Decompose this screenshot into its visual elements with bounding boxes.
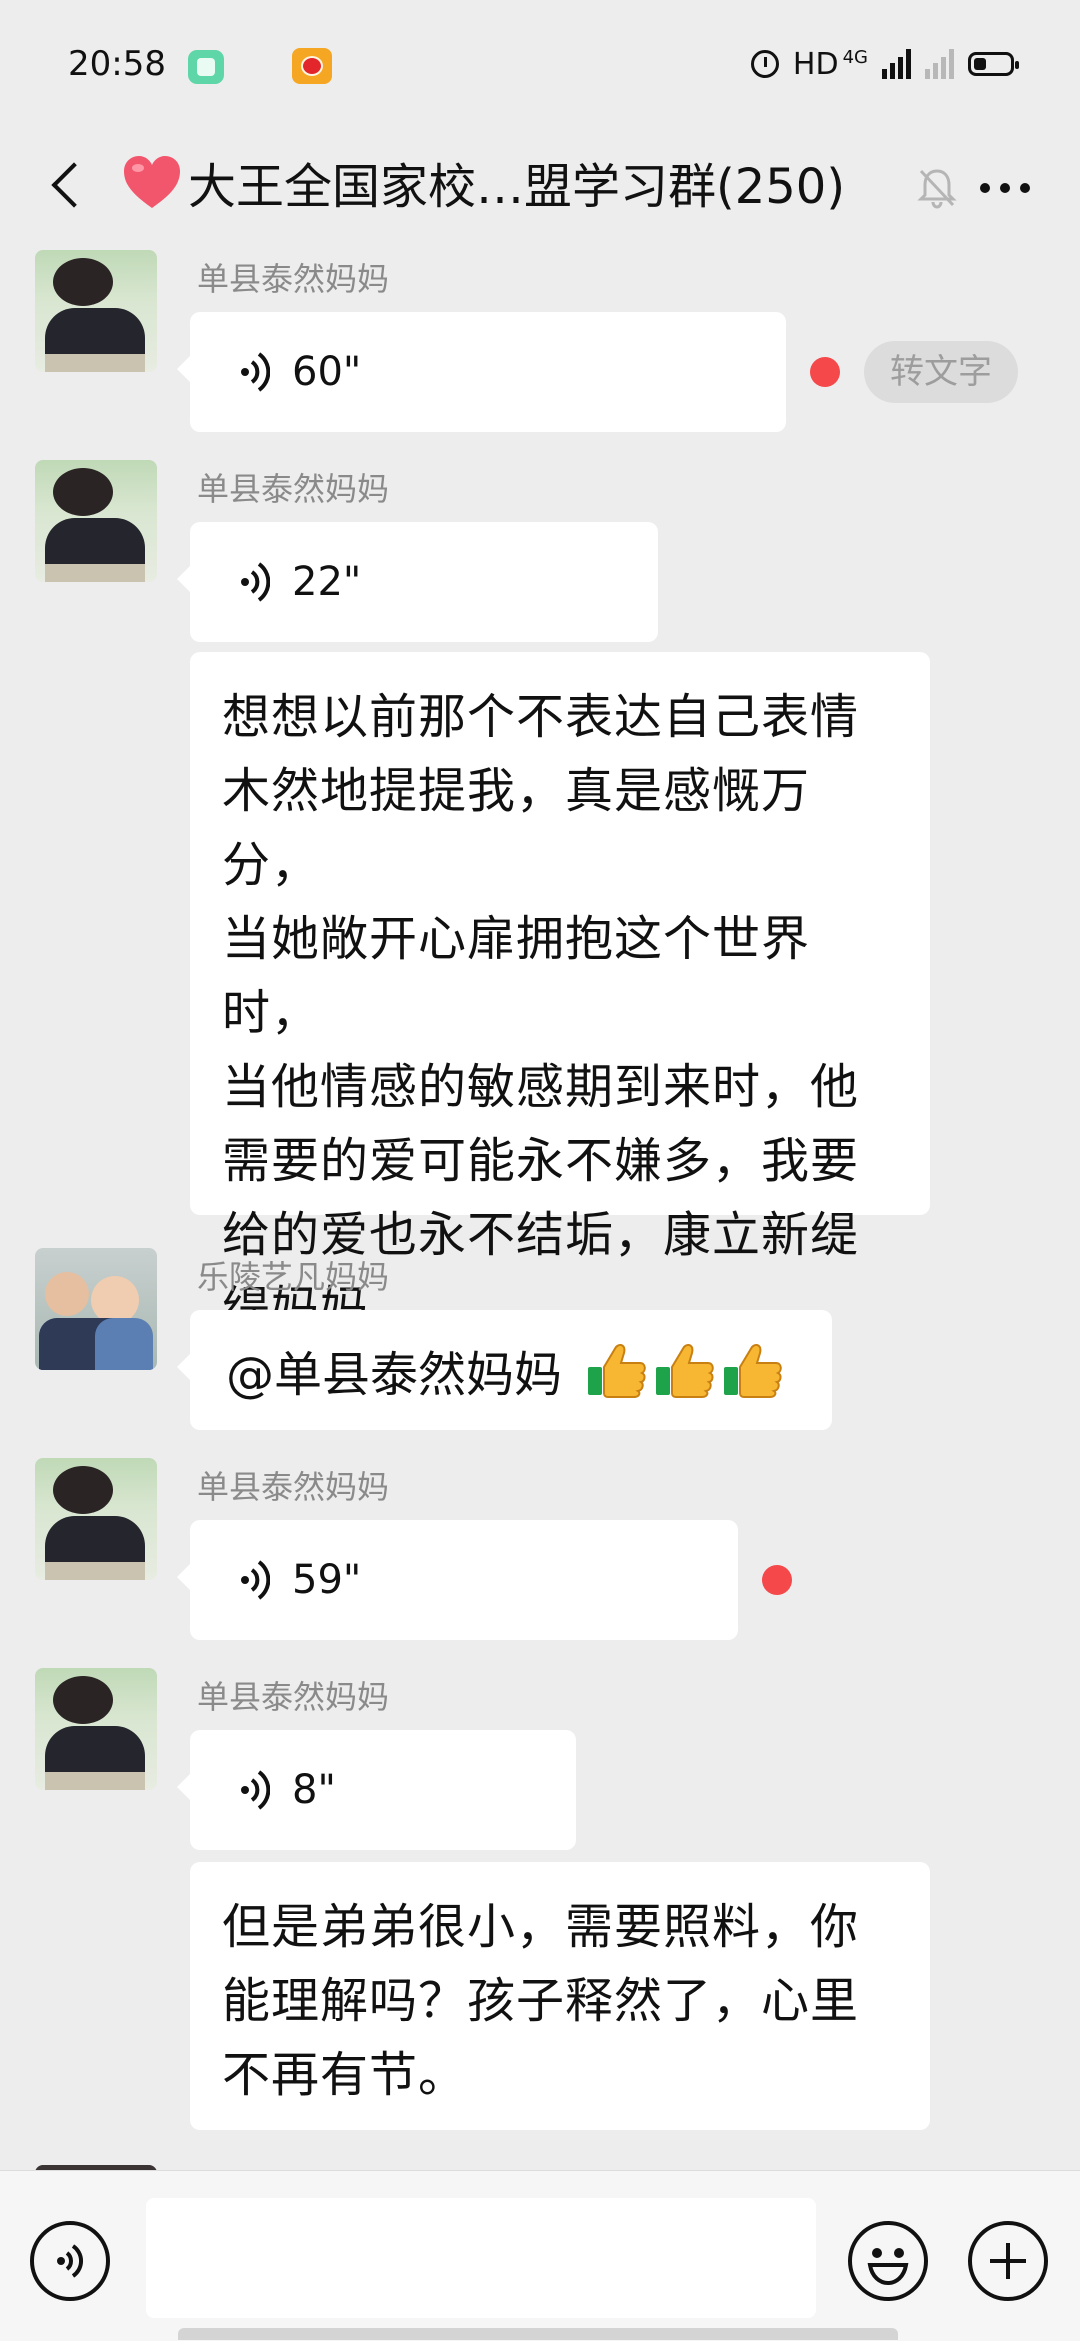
unread-dot xyxy=(810,357,840,387)
emoji-group xyxy=(586,1341,784,1399)
convert-to-text-button[interactable]: 转文字 xyxy=(864,341,1018,403)
voice-duration: 59" xyxy=(292,1557,362,1603)
voice-bubble[interactable]: 60" xyxy=(177,312,786,432)
sender-name: 单县泰然妈妈 xyxy=(197,470,390,508)
voice-wave-icon xyxy=(241,1770,270,1810)
heart-icon xyxy=(124,156,180,208)
unread-dot xyxy=(762,1565,792,1595)
status-icons: HD 4G xyxy=(750,44,1019,84)
thumbs-up-icon xyxy=(656,1344,714,1398)
voice-wave-icon xyxy=(241,562,270,602)
green-app-icon xyxy=(188,50,224,84)
chat-title[interactable]: 大王全国家校…盟学习群(250) xyxy=(122,142,882,222)
avatar[interactable] xyxy=(35,460,157,582)
avatar[interactable] xyxy=(35,1248,157,1370)
more-icon[interactable] xyxy=(965,168,1045,208)
status-time: 20:58 xyxy=(68,44,166,84)
voice-wave-icon xyxy=(241,352,270,392)
sender-name: 单县泰然妈妈 xyxy=(197,1678,390,1716)
voice-bubble[interactable]: 8" xyxy=(177,1730,576,1850)
navigation-hint xyxy=(178,2328,898,2340)
chat-title-text: 大王全国家校…盟学习群(250) xyxy=(188,159,846,215)
text-bubble[interactable]: 想想以前那个不表达自己表情 木然地提提我，真是感慨万分， 当她敞开心扉拥抱这个世… xyxy=(190,652,930,1337)
voice-bubble[interactable]: 22" xyxy=(177,522,658,642)
input-bar xyxy=(0,2170,1080,2341)
weibo-icon xyxy=(292,48,332,84)
voice-duration: 22" xyxy=(292,559,362,605)
network-label: HD xyxy=(792,46,839,82)
voice-wave-icon xyxy=(241,1560,270,1600)
sender-name: 单县泰然妈妈 xyxy=(197,1468,390,1506)
signal-2-icon xyxy=(925,49,954,79)
avatar[interactable] xyxy=(35,1458,157,1580)
title-bar: 大王全国家校…盟学习群(250) xyxy=(0,130,1080,240)
status-bar: 20:58 HD 4G xyxy=(0,0,1080,130)
signal-icon xyxy=(882,49,911,79)
sender-name: 乐陵艺凡妈妈 xyxy=(197,1258,390,1296)
back-icon[interactable] xyxy=(40,155,90,215)
sender-name: 单县泰然妈妈 xyxy=(197,260,390,298)
battery-icon xyxy=(968,52,1019,76)
mention-text: @单县泰然妈妈 xyxy=(226,1347,563,1403)
text-bubble[interactable]: @单县泰然妈妈 xyxy=(177,1310,832,1430)
alarm-icon xyxy=(750,50,779,78)
avatar[interactable] xyxy=(35,250,157,372)
plus-icon[interactable] xyxy=(968,2221,1048,2301)
thumbs-up-icon xyxy=(588,1344,646,1398)
chat-area[interactable]: 单县泰然妈妈 60" 转文字 单县泰然妈妈 22" 想想以前那个不表达自己表情 … xyxy=(0,240,1080,2170)
emoji-icon[interactable] xyxy=(848,2221,928,2301)
voice-bubble[interactable]: 59" xyxy=(177,1520,738,1640)
message-input[interactable] xyxy=(146,2198,816,2318)
network-type: 4G xyxy=(842,46,868,68)
text-bubble[interactable]: 但是弟弟很小，需要照料，你 能理解吗？孩子释然了，心里 不再有节。 xyxy=(190,1862,930,2130)
voice-duration: 60" xyxy=(292,349,362,395)
avatar[interactable] xyxy=(35,1668,157,1790)
mute-bell-icon[interactable] xyxy=(915,165,959,209)
thumbs-up-icon xyxy=(724,1344,782,1398)
voice-duration: 8" xyxy=(292,1767,336,1813)
voice-input-icon[interactable] xyxy=(30,2221,110,2301)
